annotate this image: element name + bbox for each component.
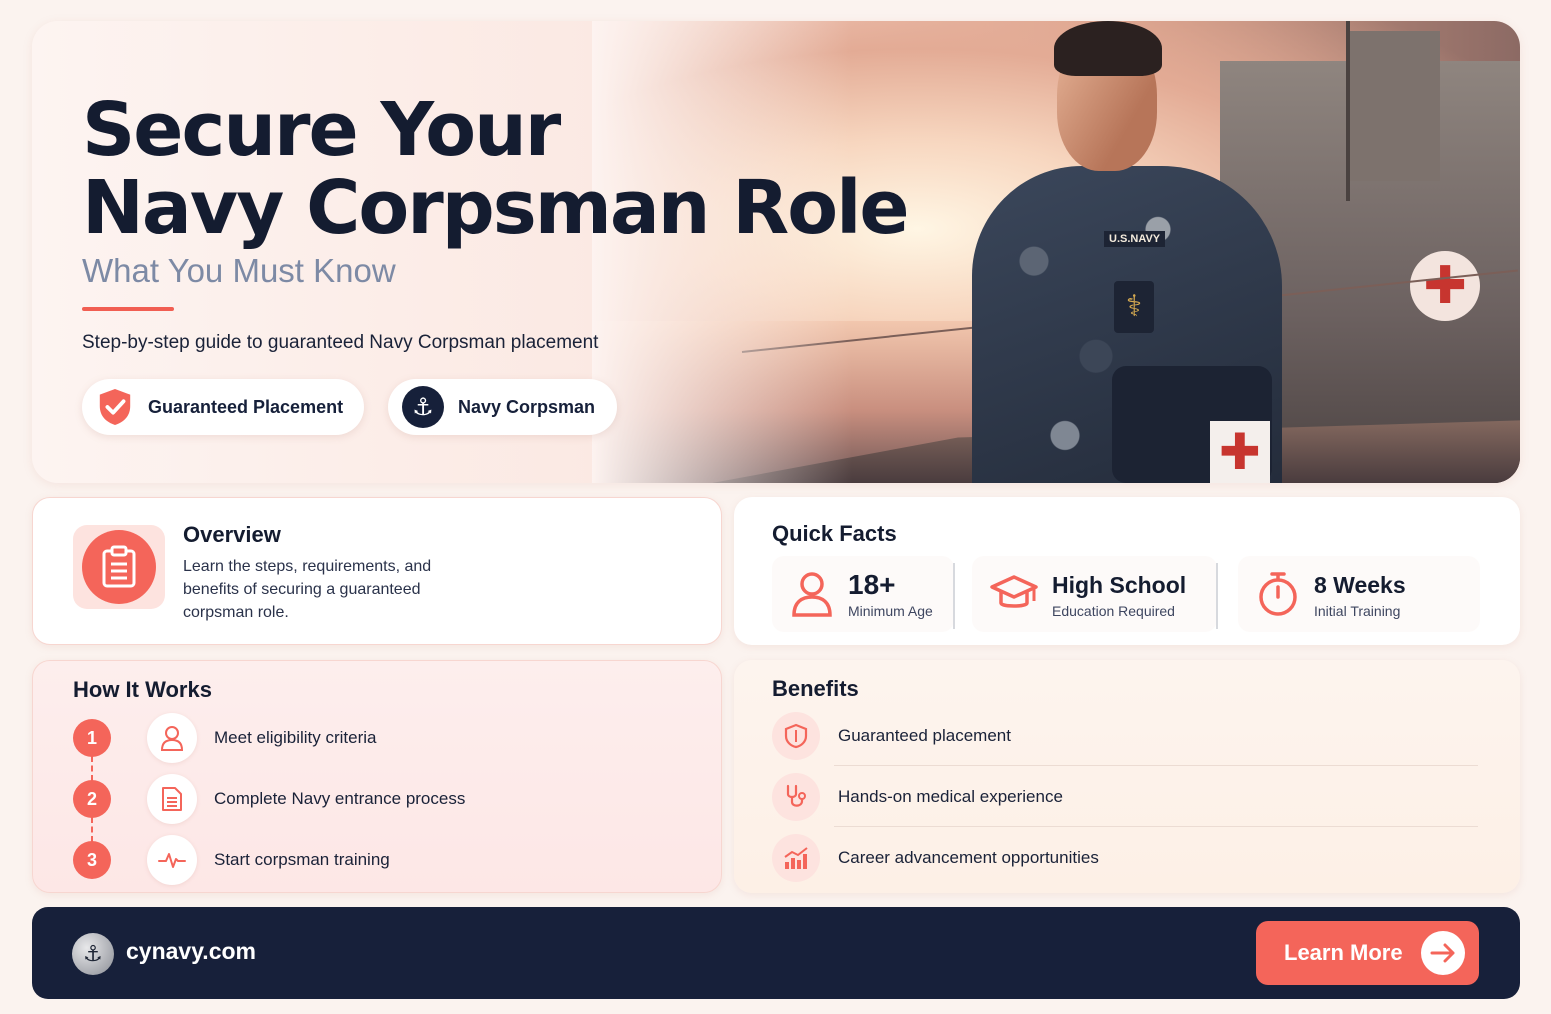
quick-facts-card: Quick Facts 18+ Minimum Age High School … (734, 497, 1520, 645)
step-1: 1 Meet eligibility criteria (73, 713, 377, 763)
benefit-divider (834, 765, 1478, 766)
anchor-icon: ⚓ (402, 386, 444, 428)
shield-icon (772, 712, 820, 760)
title-line-1: Secure Your (82, 87, 561, 173)
page-subtitle: What You Must Know (82, 252, 396, 289)
step-connector (91, 817, 93, 842)
step-2: 2 Complete Navy entrance process (73, 774, 465, 824)
heartbeat-icon (147, 835, 197, 885)
step-number: 3 (73, 841, 111, 879)
step-label: Meet eligibility criteria (214, 728, 377, 747)
fact-value: 8 Weeks (1314, 571, 1406, 598)
title-line-2: Navy Corpsman Role (82, 165, 910, 251)
step-number: 1 (73, 719, 111, 757)
anchor-logo-icon: ⚓ (72, 933, 114, 975)
medical-cross-icon: ✚ (1410, 251, 1480, 321)
stopwatch-icon (1259, 572, 1297, 616)
person-icon (792, 572, 832, 617)
fact-divider (953, 563, 955, 629)
stethoscope-icon (772, 773, 820, 821)
overview-card: Overview Learn the steps, requirements, … (32, 497, 722, 645)
badge-navy-corpsman: ⚓ Navy Corpsman (388, 379, 617, 435)
benefit-item: Hands-on medical experience (772, 771, 1478, 823)
benefit-label: Guaranteed placement (838, 726, 1011, 745)
fact-value: High School (1052, 571, 1187, 598)
benefits-title: Benefits (772, 676, 859, 701)
caduceus-icon: ⚕ (1114, 281, 1154, 333)
how-it-works-card: How It Works 1 Meet eligibility criteria… (32, 660, 722, 893)
sailor-figure: U.S.NAVY ⚕ ✚ (962, 21, 1292, 483)
fact-label: Education Required (1052, 602, 1175, 619)
overview-title: Overview (183, 522, 281, 547)
page-title: Secure Your Navy Corpsman Role (82, 91, 910, 247)
step-connector (91, 756, 93, 781)
document-icon (147, 774, 197, 824)
benefit-label: Hands-on medical experience (838, 787, 1063, 806)
step-label: Start corpsman training (214, 850, 390, 869)
how-it-works-title: How It Works (73, 677, 212, 702)
overview-icon-box (73, 525, 165, 609)
fact-training: 8 Weeks Initial Training (1238, 556, 1480, 632)
step-3: 3 Start corpsman training (73, 835, 390, 885)
fact-divider (1216, 563, 1218, 629)
badge-guaranteed-placement: Guaranteed Placement (82, 379, 364, 435)
benefits-card: Benefits Guaranteed placement Hands-on m… (734, 660, 1520, 893)
arrow-right-icon (1421, 931, 1465, 975)
medical-cross-icon: ✚ (1210, 421, 1270, 483)
fact-minimum-age: 18+ Minimum Age (772, 556, 954, 632)
benefit-item: Guaranteed placement (772, 710, 1478, 762)
uniform-tag: U.S.NAVY (1104, 231, 1166, 247)
fact-education: High School Education Required (972, 556, 1217, 632)
quick-facts-title: Quick Facts (772, 521, 897, 546)
cta-label: Learn More (1284, 940, 1403, 965)
growth-chart-icon (772, 834, 820, 882)
learn-more-button[interactable]: Learn More (1256, 921, 1479, 985)
benefit-divider (834, 826, 1478, 827)
clipboard-icon (82, 530, 156, 604)
badge-label: Guaranteed Placement (148, 396, 344, 417)
shield-check-icon (99, 388, 131, 426)
badge-label: Navy Corpsman (458, 396, 596, 417)
hero-description: Step-by-step guide to guaranteed Navy Co… (82, 332, 599, 353)
step-number: 2 (73, 780, 111, 818)
fact-label: Initial Training (1314, 602, 1401, 619)
benefit-label: Career advancement opportunities (838, 848, 1099, 867)
footer-bar: ⚓ cynavy.com Learn More (32, 907, 1520, 999)
person-icon (147, 713, 197, 763)
hero-banner: ✚ U.S.NAVY ⚕ ✚ Secure Your Navy Corpsman… (32, 21, 1520, 483)
fact-value: 18+ (848, 568, 896, 600)
overview-text: Learn the steps, requirements, and benef… (183, 558, 432, 621)
benefit-item: Career advancement opportunities (772, 832, 1478, 884)
accent-divider (82, 307, 174, 311)
graduation-cap-icon (990, 575, 1038, 608)
site-link[interactable]: cynavy.com (126, 938, 256, 965)
fact-label: Minimum Age (848, 602, 933, 619)
step-label: Complete Navy entrance process (214, 789, 466, 808)
